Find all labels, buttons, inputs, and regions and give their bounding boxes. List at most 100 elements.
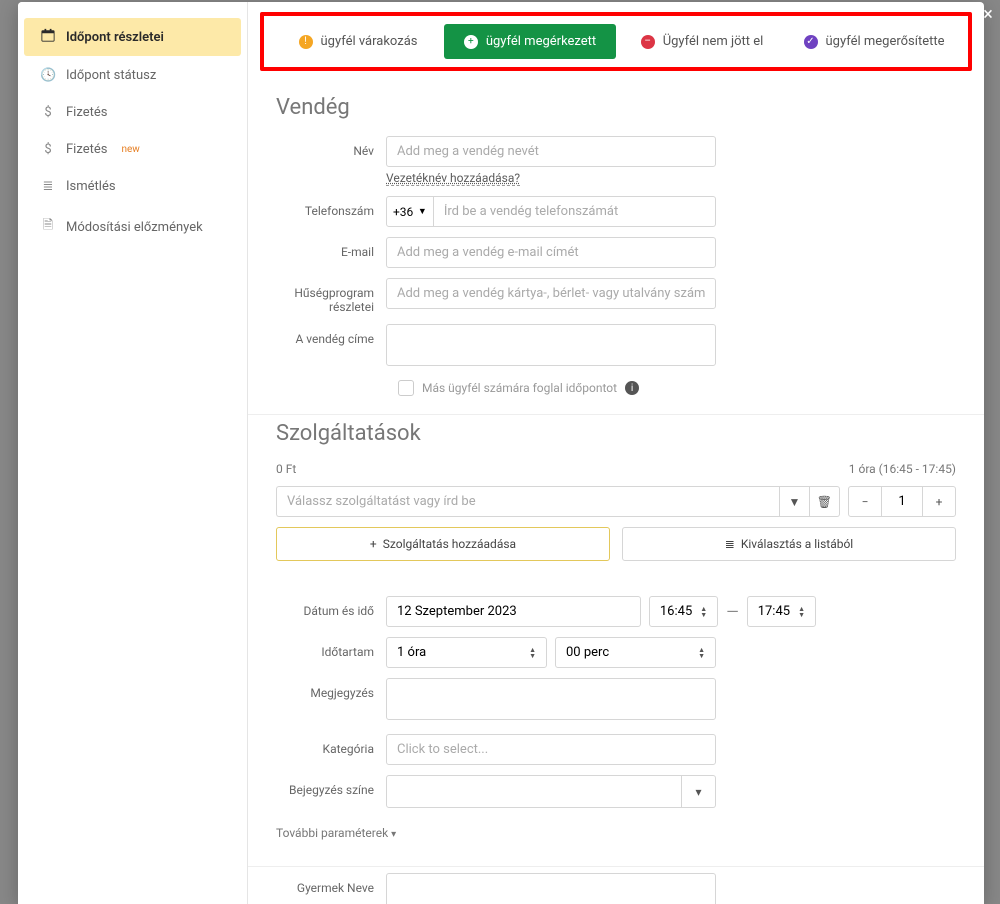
plus-circle-icon: + bbox=[464, 35, 478, 49]
phone-prefix-value: +36 bbox=[393, 205, 413, 219]
btn-label: Kiválasztás a listából bbox=[741, 537, 853, 551]
minutes-value: 00 perc bbox=[566, 645, 609, 660]
calendar-icon bbox=[40, 28, 56, 46]
doc-icon: 🗎 bbox=[40, 216, 56, 238]
list-icon: ≣ bbox=[40, 179, 56, 194]
appointment-modal: Időpont részletei 🕓 Időpont státusz $ Fi… bbox=[18, 2, 984, 904]
total-duration: 1 óra (16:45 - 17:45) bbox=[849, 462, 956, 476]
end-time-value: 17:45 bbox=[758, 604, 790, 619]
sidebar-item-status[interactable]: 🕓 Időpont státusz bbox=[24, 58, 241, 93]
service-select-input[interactable] bbox=[276, 486, 779, 517]
sidebar-item-label: Fizetés bbox=[66, 105, 107, 120]
minutes-select[interactable]: 00 perc ▲▼ bbox=[555, 637, 716, 668]
phone-input[interactable] bbox=[434, 196, 716, 227]
hours-select[interactable]: 1 óra ▲▼ bbox=[386, 637, 547, 668]
end-time-input[interactable]: 17:45 ▲▼ bbox=[747, 596, 816, 627]
phone-prefix-select[interactable]: +36 ▼ bbox=[386, 196, 434, 227]
sidebar-item-label: Ismétlés bbox=[66, 179, 116, 194]
color-dropdown-btn[interactable]: ▾ bbox=[682, 775, 716, 808]
qty-plus-btn[interactable]: + bbox=[922, 486, 956, 517]
new-badge: new bbox=[121, 144, 139, 155]
date-picker[interactable]: 12 Szeptember 2023 bbox=[386, 596, 641, 627]
btn-label: Szolgáltatás hozzáadása bbox=[383, 537, 516, 551]
child-section: Gyermek Neve bbox=[248, 867, 984, 904]
child-name-input[interactable] bbox=[386, 873, 716, 904]
status-bar: ! ügyfél várakozás + ügyfél megérkezett … bbox=[260, 12, 972, 71]
status-label: ügyfél megérkezett bbox=[486, 34, 596, 49]
dollar-icon: $ bbox=[40, 105, 56, 120]
address-input[interactable] bbox=[386, 324, 716, 366]
guest-section: Vendég Név Vezetéknév hozzáadása? Telefo… bbox=[248, 89, 984, 415]
sidebar-item-label: Időpont státusz bbox=[66, 68, 156, 83]
hours-value: 1 óra bbox=[397, 645, 426, 660]
qty-minus-btn[interactable]: − bbox=[848, 486, 882, 517]
sidebar-item-payment[interactable]: $ Fizetés bbox=[24, 95, 241, 130]
date-value: 12 Szeptember 2023 bbox=[397, 604, 517, 619]
close-icon[interactable]: × bbox=[978, 6, 998, 26]
warning-icon: ! bbox=[299, 35, 313, 49]
status-arrived[interactable]: + ügyfél megérkezett bbox=[444, 24, 616, 59]
spinner-icon: ▲▼ bbox=[700, 606, 707, 618]
sidebar-item-label: Módosítási előzmények bbox=[66, 220, 203, 235]
loyalty-label: Hűségprogram részletei bbox=[276, 278, 386, 314]
section-heading: Vendég bbox=[276, 95, 956, 120]
minus-circle-icon: – bbox=[641, 35, 655, 49]
email-input[interactable] bbox=[386, 237, 716, 268]
status-label: ügyfél megerősítette bbox=[826, 34, 945, 49]
loyalty-input[interactable] bbox=[386, 278, 716, 309]
status-noshow[interactable]: – Ügyfél nem jött el bbox=[616, 24, 788, 59]
more-params-toggle[interactable]: További paraméterek bbox=[276, 818, 956, 848]
color-swatch[interactable] bbox=[386, 775, 682, 808]
service-delete-btn[interactable]: 🗑 bbox=[810, 486, 840, 517]
spinner-icon: ▲▼ bbox=[798, 606, 805, 618]
dollar-icon: $ bbox=[40, 142, 56, 157]
add-service-btn[interactable]: + Szolgáltatás hozzáadása bbox=[276, 527, 610, 561]
note-input[interactable] bbox=[386, 678, 716, 720]
qty-value: 1 bbox=[882, 486, 922, 517]
spinner-icon: ▲▼ bbox=[529, 647, 536, 659]
category-label: Kategória bbox=[276, 734, 386, 756]
category-select[interactable] bbox=[386, 734, 716, 765]
services-section: Szolgáltatások 0 Ft 1 óra (16:45 - 17:45… bbox=[248, 415, 984, 867]
clock-icon: 🕓 bbox=[40, 68, 56, 83]
start-time-value: 16:45 bbox=[660, 604, 692, 619]
dash: — bbox=[726, 602, 739, 621]
sidebar-item-label: Időpont részletei bbox=[66, 30, 164, 45]
status-waiting[interactable]: ! ügyfél várakozás bbox=[272, 24, 444, 59]
note-label: Megjegyzés bbox=[276, 678, 386, 700]
date-label: Dátum és idő bbox=[276, 596, 386, 618]
select-from-list-btn[interactable]: ≣ Kiválasztás a listából bbox=[622, 527, 956, 561]
address-label: A vendég címe bbox=[276, 324, 386, 346]
total-price: 0 Ft bbox=[276, 462, 296, 476]
sidebar-item-repeat[interactable]: ≣ Ismétlés bbox=[24, 169, 241, 204]
check-circle-icon: ✓ bbox=[804, 35, 818, 49]
email-label: E-mail bbox=[276, 237, 386, 259]
other-client-label: Más ügyfél számára foglal időpontot bbox=[422, 381, 617, 395]
sidebar-item-payment-new[interactable]: $ Fizetés new bbox=[24, 132, 241, 167]
name-label: Név bbox=[276, 136, 386, 158]
section-heading: Szolgáltatások bbox=[276, 421, 956, 446]
info-icon[interactable]: i bbox=[625, 381, 639, 395]
spinner-icon: ▲▼ bbox=[698, 647, 705, 659]
phone-label: Telefonszám bbox=[276, 196, 386, 218]
sidebar: Időpont részletei 🕓 Időpont státusz $ Fi… bbox=[18, 2, 248, 904]
start-time-input[interactable]: 16:45 ▲▼ bbox=[649, 596, 718, 627]
status-label: ügyfél várakozás bbox=[321, 34, 418, 49]
service-dropdown-btn[interactable]: ▼ bbox=[779, 486, 809, 517]
status-confirmed[interactable]: ✓ ügyfél megerősítette bbox=[788, 24, 960, 59]
plus-icon: + bbox=[370, 537, 377, 551]
main-content: ! ügyfél várakozás + ügyfél megérkezett … bbox=[248, 2, 984, 904]
guest-name-input[interactable] bbox=[386, 136, 716, 167]
sidebar-item-label: Fizetés bbox=[66, 142, 107, 157]
sidebar-item-details[interactable]: Időpont részletei bbox=[24, 18, 241, 56]
more-params-label: További paraméterek bbox=[276, 826, 388, 840]
child-name-label: Gyermek Neve bbox=[276, 873, 386, 895]
add-surname-link[interactable]: Vezetéknév hozzáadása? bbox=[386, 171, 520, 186]
duration-label: Időtartam bbox=[276, 637, 386, 659]
list-icon: ≣ bbox=[725, 537, 735, 551]
trash-icon: 🗑 bbox=[817, 495, 832, 509]
sidebar-item-history[interactable]: 🗎 Módosítási előzmények bbox=[24, 206, 241, 248]
other-client-checkbox[interactable] bbox=[398, 380, 414, 396]
color-label: Bejegyzés színe bbox=[276, 775, 386, 797]
chevron-down-icon: ▼ bbox=[418, 206, 427, 217]
